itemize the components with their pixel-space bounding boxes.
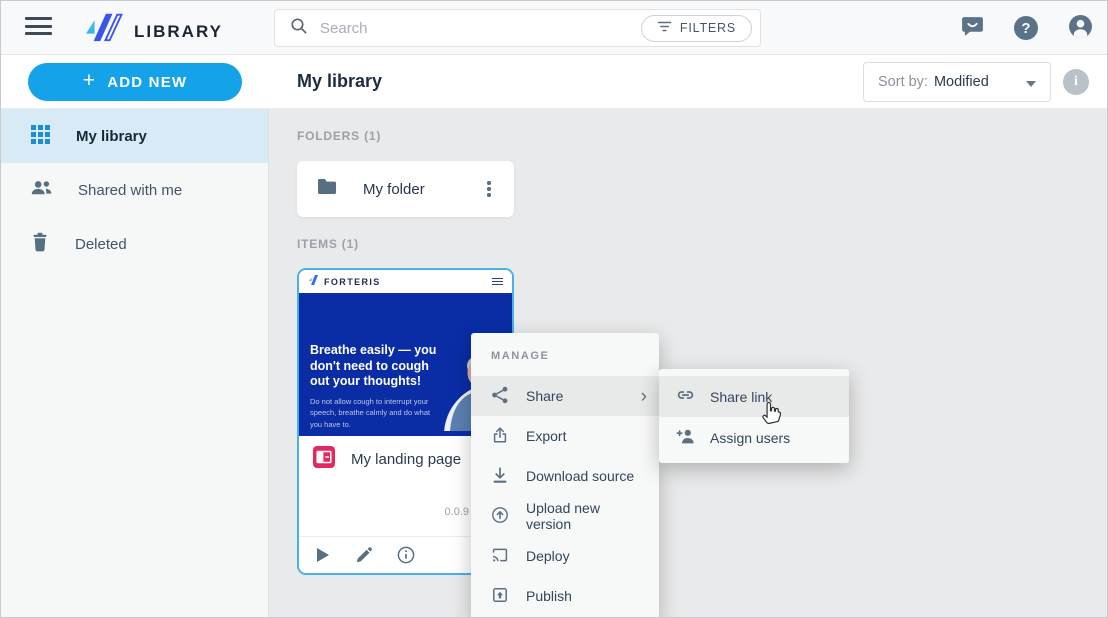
- person-add-icon: [676, 427, 695, 448]
- publish-icon: [491, 586, 509, 607]
- library-app-window: Library FILTERS: [0, 0, 1108, 618]
- plus-icon: +: [83, 69, 96, 93]
- menu-item-label: Export: [526, 428, 566, 444]
- menu-item-share[interactable]: Share ›: [471, 376, 659, 416]
- share-icon: [491, 386, 509, 407]
- add-new-button[interactable]: + ADD NEW: [28, 63, 242, 101]
- menu-item-label: Upload new version: [526, 500, 647, 532]
- filters-button[interactable]: FILTERS: [641, 15, 752, 42]
- page-title: My library: [297, 71, 382, 92]
- filter-icon: [657, 20, 672, 36]
- app-logo[interactable]: Library: [83, 10, 223, 49]
- preview-body-text: Do not allow cough to interrupt your spe…: [310, 396, 438, 430]
- chevron-right-icon: ›: [641, 387, 647, 406]
- menu-item-label: Share: [526, 388, 563, 404]
- submenu-item-assign-users[interactable]: Assign users: [659, 417, 849, 458]
- menu-section-header: MANAGE: [471, 333, 659, 376]
- link-icon: [676, 386, 695, 407]
- folder-name: My folder: [363, 181, 425, 198]
- sidebar-item-shared-with-me[interactable]: Shared with me: [1, 163, 268, 217]
- sort-label: Sort by:: [878, 74, 928, 90]
- submenu-item-label: Assign users: [710, 430, 790, 446]
- grid-icon: [31, 125, 50, 148]
- menu-hamburger-icon[interactable]: [25, 17, 55, 39]
- trash-icon: [31, 232, 49, 256]
- cursor-hand-icon: [760, 398, 783, 431]
- preview-hamburger-icon: [492, 276, 503, 287]
- upload-version-icon: [491, 506, 509, 527]
- help-button[interactable]: ?: [1013, 15, 1039, 41]
- pencil-icon: [355, 546, 373, 564]
- top-bar: Library FILTERS: [1, 1, 1108, 55]
- sidebar-item-my-library[interactable]: My library: [1, 109, 268, 163]
- logo-mark-icon: [83, 10, 125, 49]
- add-new-label: ADD NEW: [107, 74, 187, 91]
- topbar-actions: ?: [959, 15, 1093, 41]
- search-icon: [290, 17, 308, 40]
- search-input[interactable]: [320, 20, 641, 37]
- app-title: Library: [134, 16, 223, 44]
- menu-item-label: Deploy: [526, 548, 570, 564]
- people-icon: [31, 179, 52, 201]
- menu-item-label: Download source: [526, 468, 634, 484]
- action-bar: + ADD NEW My library Sort by: Modified i: [1, 55, 1108, 109]
- sort-value: Modified: [934, 74, 989, 90]
- preview-heading: Breathe easily — you don't need to cough…: [310, 343, 450, 390]
- edit-button[interactable]: [355, 546, 373, 564]
- share-submenu: Share link Assign users: [659, 369, 849, 463]
- preview-header: FORTERIS: [299, 270, 512, 293]
- info-circle-icon: [397, 546, 415, 564]
- sidebar-item-label: Shared with me: [78, 182, 182, 199]
- menu-item-upload-new-version[interactable]: Upload new version: [471, 496, 659, 536]
- folders-section-header: FOLDERS (1): [297, 129, 381, 143]
- sidebar-item-deleted[interactable]: Deleted: [1, 217, 268, 271]
- sidebar: My library Shared with me: [1, 109, 269, 618]
- items-section-header: ITEMS (1): [297, 237, 359, 251]
- menu-item-label: Publish: [526, 588, 572, 604]
- account-icon: [1068, 14, 1093, 42]
- item-info-button[interactable]: [397, 546, 415, 564]
- item-version: 0.0.9: [299, 506, 469, 518]
- landing-page-icon: [313, 446, 335, 473]
- info-button[interactable]: i: [1063, 69, 1089, 95]
- menu-item-publish[interactable]: Publish: [471, 576, 659, 616]
- sidebar-item-label: My library: [76, 128, 147, 145]
- info-icon: i: [1074, 74, 1078, 90]
- export-icon: [491, 426, 509, 447]
- search-bar: FILTERS: [274, 9, 761, 47]
- folder-kebab-menu-icon[interactable]: [478, 176, 500, 202]
- menu-item-deploy[interactable]: Deploy: [471, 536, 659, 576]
- sort-dropdown[interactable]: Sort by: Modified: [863, 62, 1051, 102]
- item-title: My landing page: [351, 451, 461, 468]
- sidebar-item-label: Deleted: [75, 236, 127, 253]
- feedback-button[interactable]: [959, 15, 985, 41]
- download-icon: [491, 466, 509, 487]
- chevron-down-icon: [1026, 81, 1036, 87]
- manage-context-menu: MANAGE Share ›: [471, 333, 659, 618]
- folder-icon: [317, 178, 337, 200]
- deploy-cast-icon: [491, 546, 509, 567]
- preview-brand-icon: [308, 273, 319, 291]
- play-icon: [315, 547, 330, 563]
- feedback-bubble-icon: [960, 14, 985, 42]
- submenu-item-share-link[interactable]: Share link: [659, 376, 849, 417]
- preview-brand-name: FORTERIS: [324, 277, 381, 287]
- folder-card[interactable]: My folder: [297, 161, 514, 217]
- filters-label: FILTERS: [680, 21, 736, 35]
- menu-item-export[interactable]: Export: [471, 416, 659, 456]
- account-button[interactable]: [1067, 15, 1093, 41]
- help-icon: ?: [1014, 16, 1038, 40]
- menu-item-download-source[interactable]: Download source: [471, 456, 659, 496]
- preview-play-button[interactable]: [313, 546, 331, 564]
